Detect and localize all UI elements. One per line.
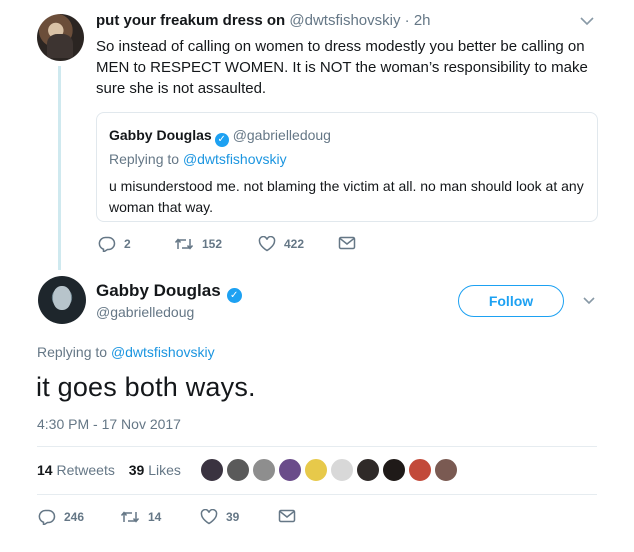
reply-icon (38, 509, 56, 525)
like-button[interactable]: 39 (200, 509, 239, 525)
reply-author-handle[interactable]: @dwtsfishovskiy (289, 12, 400, 29)
main-author-name[interactable]: Gabby Douglas (96, 281, 221, 300)
quoted-tweet-card[interactable]: Gabby Douglas ✓ @gabrielledoug Replying to… (96, 112, 598, 222)
envelope-icon (338, 236, 356, 250)
reply-tweet-header: put your freakum dress on @dwtsfishovski… (96, 12, 431, 29)
liker-avatar[interactable] (200, 458, 224, 482)
reply-count: 2 (124, 237, 131, 251)
quoted-replying-to: Replying to @dwtsfishovskiy (109, 151, 287, 167)
retweets-label: Retweets (56, 462, 115, 478)
likes-label: Likes (148, 462, 181, 478)
retweet-count: 14 (148, 510, 162, 524)
liker-avatar[interactable] (252, 458, 276, 482)
likes-stat[interactable]: 39 Likes (129, 462, 181, 478)
like-count: 422 (284, 237, 305, 251)
thread-connector-line (58, 66, 61, 270)
reply-tweet-time[interactable]: 2h (414, 12, 431, 29)
reply-tweet-text: So instead of calling on women to dress … (96, 38, 588, 97)
chevron-down-icon[interactable] (581, 294, 597, 308)
replying-to-handle: @dwtsfishovskiy (182, 151, 287, 167)
liker-avatar[interactable] (278, 458, 302, 482)
liker-avatar[interactable] (330, 458, 354, 482)
quoted-author-handle: @gabrielledoug (232, 127, 331, 143)
retweet-count: 152 (202, 237, 223, 251)
verified-badge-icon: ✓ (226, 288, 242, 303)
main-author-avatar[interactable] (38, 276, 86, 324)
envelope-icon (278, 509, 296, 523)
reply-icon (98, 236, 116, 252)
retweet-icon (174, 238, 194, 250)
direct-message-button[interactable] (278, 509, 304, 523)
retweet-button[interactable]: 152 (174, 236, 222, 252)
liker-avatar[interactable] (382, 458, 406, 482)
reply-button[interactable]: 246 (38, 509, 84, 525)
liker-avatar[interactable] (434, 458, 458, 482)
reply-author-name[interactable]: put your freakum dress on (96, 12, 285, 29)
quoted-author-name: Gabby Douglas (109, 127, 212, 143)
chevron-down-icon[interactable] (578, 14, 596, 28)
liker-avatar[interactable] (304, 458, 328, 482)
divider (37, 446, 597, 447)
divider (37, 494, 597, 495)
retweet-icon (120, 511, 140, 523)
reply-count: 246 (64, 510, 85, 524)
replying-to-label: Replying to (37, 344, 108, 360)
direct-message-button[interactable] (338, 236, 364, 250)
retweet-button[interactable]: 14 (120, 509, 161, 525)
follow-button[interactable]: Follow (458, 285, 564, 317)
heart-icon (200, 509, 218, 525)
liker-avatar[interactable] (356, 458, 380, 482)
liker-avatar[interactable] (226, 458, 250, 482)
replying-to-handle-link[interactable]: @dwtsfishovskiy (111, 344, 215, 360)
reply-button[interactable]: 2 (98, 236, 131, 252)
quoted-tweet-text: u misunderstood me. not blaming the vict… (109, 178, 584, 215)
main-author-handle[interactable]: @gabrielledoug (96, 304, 194, 320)
like-count: 39 (226, 510, 240, 524)
quoted-tweet-header: Gabby Douglas ✓ @gabrielledoug (109, 127, 331, 147)
main-tweet-text: it goes both ways. (36, 372, 256, 402)
tweet-timestamp[interactable]: 4:30 PM - 17 Nov 2017 (37, 416, 181, 432)
like-button[interactable]: 422 (258, 236, 304, 252)
heart-icon (258, 236, 276, 252)
header-separator: · (404, 12, 410, 29)
tweet-stats: 14 Retweets 39 Likes (37, 462, 181, 478)
main-replying-to: Replying to @dwtsfishovskiy (37, 344, 215, 360)
verified-badge-icon: ✓ (214, 133, 229, 147)
retweets-count: 14 (37, 462, 53, 478)
replying-to-label: Replying to (109, 151, 180, 167)
likes-count: 39 (128, 462, 145, 478)
main-author-name-row: Gabby Douglas ✓ (96, 281, 246, 303)
reply-author-avatar[interactable] (37, 14, 84, 61)
liker-avatar[interactable] (408, 458, 432, 482)
retweets-stat[interactable]: 14 Retweets (37, 462, 115, 478)
